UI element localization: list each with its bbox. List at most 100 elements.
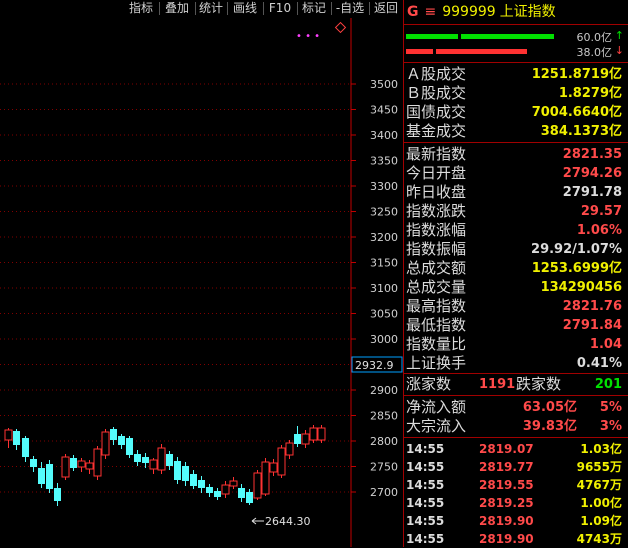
index-stat-row: 上证换手 0.41% xyxy=(403,354,625,373)
candle-up xyxy=(229,480,238,487)
decliners-label: 跌家数 xyxy=(516,375,562,393)
candle-down xyxy=(110,429,117,440)
row-label: 指数量比 xyxy=(406,335,467,353)
menu-icon[interactable]: ≡ xyxy=(425,4,437,20)
row-value: 0.41% xyxy=(576,356,622,371)
price-axis-label: 2850 xyxy=(370,410,398,423)
candle-up xyxy=(309,427,318,441)
divider xyxy=(403,395,628,396)
row-label: 总成交额 xyxy=(406,259,467,277)
price-axis-label: 3450 xyxy=(370,104,398,117)
candle-down xyxy=(246,492,253,503)
candle-down xyxy=(294,434,301,444)
diamond-marker-icon[interactable] xyxy=(334,21,347,34)
candlestick-chart[interactable]: 3500 3450 3400 3350 3300 3250 3200 3150 3100 3050… xyxy=(0,18,403,547)
tick-price: 2819.55 xyxy=(479,478,534,492)
advancers-count: 1191 xyxy=(479,377,516,392)
row-value: 29.57 xyxy=(580,204,622,219)
tick-row: 14:55 2819.25 1.00亿 xyxy=(403,494,625,512)
outflow-bar-segment xyxy=(436,49,527,54)
tick-volume: 9655万 xyxy=(576,460,622,474)
chart-grid xyxy=(0,83,351,493)
index-stat-row: 总成交量 134290456 xyxy=(403,278,625,297)
candle-down xyxy=(38,468,45,484)
add-watchlist-button[interactable]: -自选 xyxy=(332,0,368,17)
overlay-dots: • • • xyxy=(296,31,320,42)
row-value: 1.04 xyxy=(589,337,622,352)
row-label: 基金成交 xyxy=(406,122,467,140)
row-label: 指数涨幅 xyxy=(406,221,467,239)
tick-price: 2819.25 xyxy=(479,496,534,510)
tick-time: 14:55 xyxy=(406,442,445,456)
row-label: Ｂ股成交 xyxy=(406,84,467,102)
back-button[interactable]: 返回 xyxy=(370,0,402,17)
row-value: 384.1373亿 xyxy=(540,124,622,139)
divider xyxy=(403,142,628,143)
price-axis-label: 3400 xyxy=(370,129,398,142)
candle-down xyxy=(190,474,197,486)
row-value: 1.8279亿 xyxy=(558,86,622,101)
row-label: 最新指数 xyxy=(406,145,467,163)
row-label: 净流入额 xyxy=(406,398,467,416)
tick-time: 14:55 xyxy=(406,514,445,528)
row-label: 今日开盘 xyxy=(406,164,467,182)
candle-down xyxy=(174,461,181,480)
down-arrow-icon: ↓ xyxy=(614,44,624,57)
mark-button[interactable]: 标记 xyxy=(298,0,330,17)
row-label: 上证换手 xyxy=(406,354,467,372)
candle-down xyxy=(13,431,20,445)
divider xyxy=(403,437,628,438)
f10-button[interactable]: F10 xyxy=(264,0,296,17)
divider xyxy=(403,373,628,374)
index-stat-row: 总成交额 1253.6999亿 xyxy=(403,259,625,278)
index-stat-row: 指数涨跌 29.57 xyxy=(403,202,625,221)
price-axis-label: 3350 xyxy=(370,155,398,168)
market-breadth-row: 涨家数 1191 跌家数 201 xyxy=(403,375,625,394)
index-stat-row: 今日开盘 2794.26 xyxy=(403,164,625,183)
tick-price: 2819.90 xyxy=(479,532,534,546)
outflow-bar-segment xyxy=(406,49,433,54)
row-value: 134290456 xyxy=(540,280,622,295)
a-share-volume-row: Ａ股成交 1251.8719亿 xyxy=(403,65,625,84)
net-inflow-value: 63.05亿 xyxy=(522,400,577,415)
tick-row: 14:55 2819.55 4767万 xyxy=(403,476,625,494)
row-label: 昨日收盘 xyxy=(406,183,467,201)
index-stat-row: 指数振幅 29.92/1.07% xyxy=(403,240,625,259)
block-inflow-row: 大宗流入 39.83亿 3% xyxy=(403,417,625,436)
b-share-volume-row: Ｂ股成交 1.8279亿 xyxy=(403,84,625,103)
price-axis: 3500 3450 3400 3350 3300 3250 3200 3150 3100 3050… xyxy=(351,78,398,499)
statistics-button[interactable]: 统计 xyxy=(196,0,226,17)
index-stat-row: 昨日收盘 2791.78 xyxy=(403,183,625,202)
index-stat-row: 最新指数 2821.35 xyxy=(403,145,625,164)
low-price-label: 2644.30 xyxy=(265,515,311,528)
candle-up xyxy=(221,484,230,495)
candle-down xyxy=(126,438,133,455)
candle-up xyxy=(157,447,166,471)
row-label: 总成交量 xyxy=(406,278,467,296)
quote-panel: G ≡ 999999 上证指数 60.0亿 ↑ 38.0亿 ↓ Ａ股成交 1251.8… xyxy=(403,0,628,547)
candle-down xyxy=(46,464,53,489)
group-marker[interactable]: G xyxy=(407,4,419,20)
chart-toolbar: 指标 叠加 统计 画线 F10 标记 -自选 返回 xyxy=(0,0,403,18)
draw-line-button[interactable]: 画线 xyxy=(228,0,262,17)
row-value: 2821.76 xyxy=(562,299,622,314)
tick-volume: 4767万 xyxy=(576,478,622,492)
overlay-button[interactable]: 叠加 xyxy=(160,0,194,17)
block-inflow-pct: 3% xyxy=(599,419,622,434)
row-value: 1251.8719亿 xyxy=(531,67,622,82)
row-label: 指数振幅 xyxy=(406,240,467,258)
outflow-value: 38.0亿 xyxy=(576,46,613,59)
candle-down xyxy=(214,491,221,497)
candles xyxy=(4,425,326,506)
tick-volume: 4743万 xyxy=(576,532,622,546)
indicator-button[interactable]: 指标 xyxy=(124,0,158,17)
row-label: 大宗流入 xyxy=(406,417,467,435)
inflow-value: 60.0亿 xyxy=(576,31,613,44)
tick-volume: 1.03亿 xyxy=(580,442,622,456)
candle-up xyxy=(269,462,278,473)
divider xyxy=(403,24,628,25)
current-price-label: 2932.9 xyxy=(355,359,394,372)
row-value: 1253.6999亿 xyxy=(531,261,622,276)
net-inflow-row: 净流入额 63.05亿 5% xyxy=(403,398,625,417)
row-label: 最高指数 xyxy=(406,297,467,315)
